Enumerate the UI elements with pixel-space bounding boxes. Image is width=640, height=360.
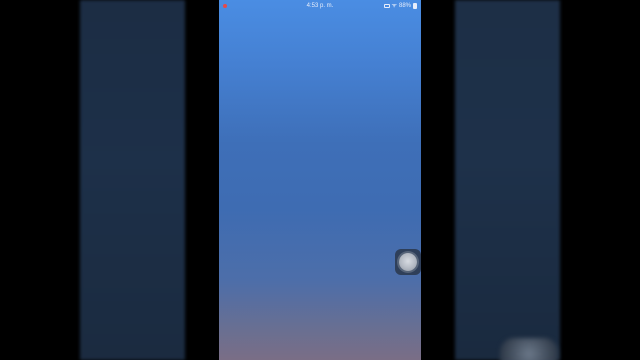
blurred-background-right [455,0,560,360]
blurred-background-bubble [500,338,558,360]
phone-screen: 4:53 p. m. ᯤ 88% [219,0,421,360]
assistive-touch-icon [399,253,417,271]
status-right-group: ᯤ 88% [383,0,417,12]
video-frame: 4:53 p. m. ᯤ 88% [0,0,640,360]
battery-icon [413,3,417,9]
status-bar: 4:53 p. m. ᯤ 88% [219,0,421,12]
battery-percentage: 88% [398,3,411,9]
wifi-icon: ᯤ [391,3,397,9]
assistive-touch-button[interactable] [395,249,421,275]
sim-icon [383,4,390,8]
blurred-background-left [80,0,185,360]
